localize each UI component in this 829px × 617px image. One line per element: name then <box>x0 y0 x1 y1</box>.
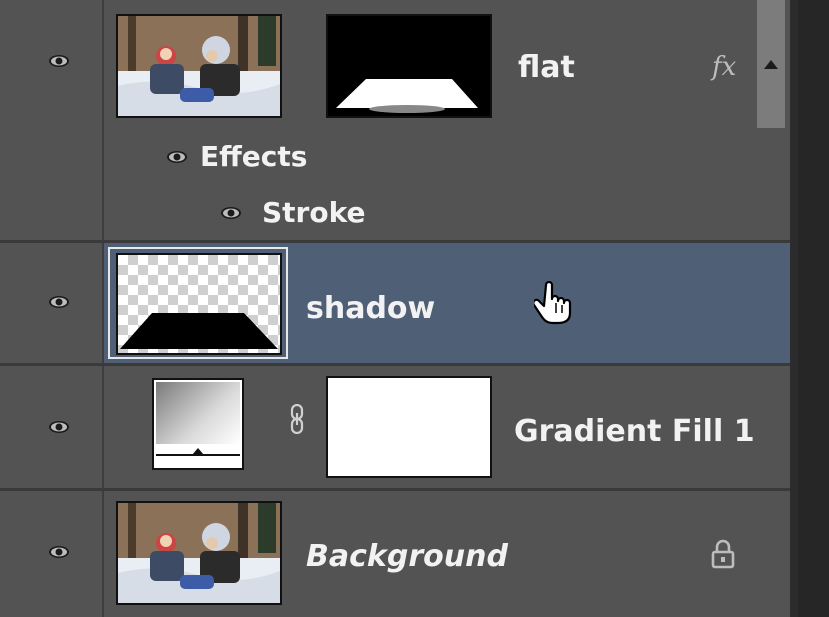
scrollbar[interactable] <box>757 0 785 128</box>
mask-image <box>328 16 490 116</box>
layer-name-background[interactable]: Background <box>306 539 508 574</box>
visibility-column <box>0 0 104 240</box>
eye-icon[interactable] <box>220 206 242 220</box>
effects-label[interactable]: Effects <box>200 140 307 173</box>
gradient-fill-thumbnail[interactable] <box>152 378 244 470</box>
layers-panel: flat fx Effects Stroke shadow Gradient F… <box>0 0 790 617</box>
layer-row-gradient-fill[interactable]: Gradient Fill 1 <box>0 366 790 488</box>
layer-row-shadow[interactable]: shadow <box>0 243 790 363</box>
photo-image <box>118 16 280 116</box>
eye-icon[interactable] <box>166 150 188 164</box>
scroll-up-arrow-icon[interactable] <box>764 60 778 69</box>
layer-thumbnail-transparent[interactable] <box>116 253 282 355</box>
layer-name-flat[interactable]: flat <box>518 50 575 85</box>
gradient-stop-icon <box>192 448 204 455</box>
fx-icon[interactable]: fx <box>712 52 736 82</box>
layer-mask-thumbnail[interactable] <box>326 14 492 118</box>
layer-row-flat[interactable]: flat fx Effects Stroke <box>0 0 790 240</box>
lock-icon[interactable] <box>710 539 736 569</box>
eye-icon[interactable] <box>48 295 70 309</box>
layer-name-gradient-fill[interactable]: Gradient Fill 1 <box>514 414 755 449</box>
eye-icon[interactable] <box>48 545 70 559</box>
eye-icon[interactable] <box>48 54 70 68</box>
hand-pointer-icon <box>534 281 572 325</box>
stroke-effect-label[interactable]: Stroke <box>262 196 365 229</box>
panel-right-edge-inner <box>798 0 829 617</box>
gradient-swatch <box>156 382 240 444</box>
eye-icon[interactable] <box>48 420 70 434</box>
layer-mask-thumbnail[interactable] <box>326 376 492 478</box>
photo-image <box>118 503 280 603</box>
shadow-shape-image <box>120 313 278 349</box>
layer-thumbnail-photo[interactable] <box>116 501 282 605</box>
layer-name-shadow[interactable]: shadow <box>306 291 435 326</box>
panel-right-edge <box>790 0 829 617</box>
layer-row-background[interactable]: Background <box>0 491 790 617</box>
layer-thumbnail-photo[interactable] <box>116 14 282 118</box>
chain-link-icon[interactable] <box>290 404 304 434</box>
